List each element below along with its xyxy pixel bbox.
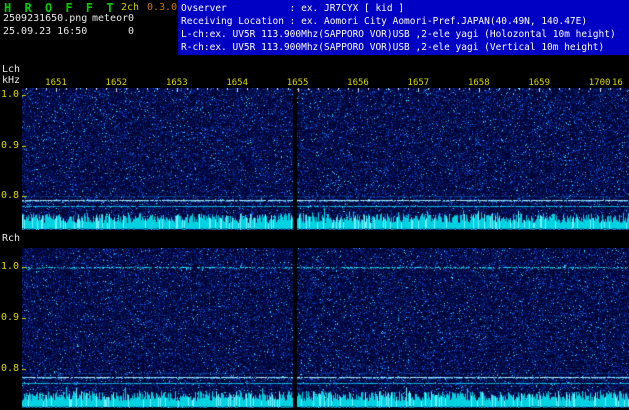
lch-freq-label-1-0: 1.0 [1, 89, 21, 100]
lch-meteor-count: 0 [128, 13, 134, 24]
lch-freq-label-0-8: 0.8 [1, 190, 21, 201]
time-label: 1651 [44, 78, 68, 88]
time-label: 1658 [467, 78, 491, 88]
time-label: 1656 [346, 78, 370, 88]
freq-unit-label: kHz [2, 75, 20, 86]
rch-freq-label-1-0: 1.0 [1, 261, 21, 272]
channel-mode-label: 2ch [121, 2, 139, 13]
lch-freq-label-0-9: 0.9 [1, 140, 21, 151]
output-filename: 2509231650.png [3, 13, 87, 24]
lch-config-line: L-ch:ex. UV5R 113.900Mhz(SAPPORO VOR)USB… [181, 28, 626, 41]
rch-spectrogram-panel [22, 248, 629, 408]
observer-line: Ovserver : ex. JR7CYX [ kid ] [181, 2, 626, 15]
time-label: 1659 [527, 78, 551, 88]
rch-meteor-count: 0 [128, 26, 134, 37]
mode-label: meteor [92, 13, 128, 24]
time-label: 1657 [406, 78, 430, 88]
time-label: 1700 [588, 78, 612, 88]
rch-freq-label-0-9: 0.9 [1, 312, 21, 323]
rch-label: Rch [2, 233, 20, 244]
time-label: 1652 [104, 78, 128, 88]
version-label: 0.3.0 [147, 2, 177, 13]
hrofft-app-window: H R O F F T 2ch 0.3.0 2509231650.png met… [0, 0, 629, 410]
lch-label: Lch [2, 64, 20, 75]
station-info-panel: Ovserver : ex. JR7CYX [ kid ] Receiving … [178, 0, 629, 55]
time-axis: 1651 1652 1653 1654 1655 1656 1657 1658 1659 1700… [22, 78, 629, 88]
time-label: 1654 [225, 78, 249, 88]
time-label: 1655 [286, 78, 310, 88]
rch-freq-label-0-8: 0.8 [1, 363, 21, 374]
location-line: Receiving Location : ex. Aomori City Aom… [181, 15, 626, 28]
lch-spectrogram-panel [22, 88, 629, 230]
datetime-label: 25.09.23 16:50 [3, 26, 87, 37]
time-label: 1653 [165, 78, 189, 88]
time-label-partial: 16 [612, 78, 629, 88]
rch-config-line: R-ch:ex. UV5R 113.900Mhz(SAPPORO VOR)USB… [181, 41, 626, 54]
